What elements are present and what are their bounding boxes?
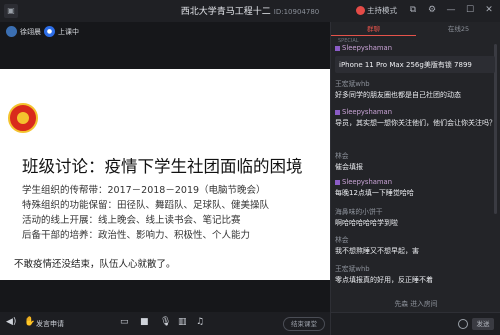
host-mode-icon (356, 6, 365, 15)
settings-icon[interactable]: ⚙ (425, 4, 439, 17)
slide-title: 班级讨论：疫情下学生社团面临的困境 (22, 157, 303, 176)
vip-icon (335, 45, 340, 51)
speaker-pill[interactable]: 徐翊晨 (6, 26, 41, 37)
stage-user-bar: 徐翊晨 ● 上课中 (0, 22, 330, 42)
apply-speak-button[interactable]: 发言申请 (36, 319, 64, 329)
message-author: 王宏斌whb (335, 265, 370, 273)
stage-area: 徐翊晨 ● 上课中 班级讨论：疫情下学生社团面临的困境 学生组织的传帮带：201… (0, 22, 330, 312)
youth-league-emblem-icon (8, 103, 38, 133)
slide-footer: 不敢疫情还没结束，队伍人心就散了。 (14, 259, 176, 270)
chat-message: 王宏斌whb 零点填报真的好用，反正睡不着 (335, 263, 497, 285)
message-author: Sleepyshaman (335, 108, 497, 116)
message-author: Sleepyshaman (335, 178, 497, 186)
message-author: 林会 (335, 236, 349, 244)
chat-message: 林会 我不想熬睡又不想早起，害 (335, 234, 497, 256)
slide-line: 学生组织的传帮带：2017－2018－2019（电脑节晚会） (22, 185, 266, 196)
vip-icon (335, 179, 340, 185)
class-status-pill: ● 上课中 (44, 26, 79, 37)
chat-message: Sleepyshaman 每晚12点填一下睡觉哈哈 (335, 178, 497, 198)
tab-online[interactable]: 在线25 (416, 22, 500, 36)
host-mode-toggle[interactable]: 主持模式 (356, 5, 397, 16)
message-text: 每晚12点填一下睡觉哈哈 (335, 189, 414, 197)
end-class-button[interactable]: 结束课堂 (283, 317, 325, 331)
camera-icon[interactable]: ■ (140, 317, 149, 327)
chat-input-row: 发送 (331, 312, 500, 335)
message-text: 导员，其实想一想你关注他们，他们会让你关注吗？ (335, 119, 496, 127)
maximize-icon[interactable]: ☐ (463, 4, 477, 17)
message-text: 零点填报真的好用，反正睡不着 (335, 276, 433, 284)
avatar (6, 26, 17, 37)
emoji-icon[interactable] (458, 319, 468, 329)
volume-icon[interactable]: ◀) (6, 317, 16, 327)
close-icon[interactable]: ✕ (482, 4, 496, 17)
chat-message: 林会 催会填报 (335, 150, 497, 172)
chat-message: 王宏斌whb 好多同学的朋友圈也都是自己社团的动态 (335, 78, 497, 100)
vip-icon (335, 109, 340, 115)
chart-icon[interactable]: ▥ (178, 317, 187, 327)
host-mode-label: 主持模式 (367, 6, 397, 15)
pinned-message: iPhone 11 Pro Max 256g美版有锁 7899 (335, 56, 495, 73)
send-button[interactable]: 发送 (472, 318, 494, 330)
title-bar: ▣ 西北大学青马工程十二 ID:10904780 主持模式 ⧉ ⚙ — ☐ ✕ (0, 0, 500, 22)
message-text: 催会填报 (335, 163, 363, 171)
message-author: 林会 (335, 152, 349, 160)
message-author: 王宏斌whb (335, 80, 370, 88)
raise-hand-icon[interactable]: ✋ (24, 317, 35, 327)
room-id: ID:10904780 (273, 8, 320, 16)
chat-message: Sleepyshaman (335, 44, 497, 52)
message-text: 好多同学的朋友圈也都是自己社团的动态 (335, 91, 461, 99)
shared-slide: 班级讨论：疫情下学生社团面临的困境 学生组织的传帮带：2017－2018－201… (0, 69, 330, 280)
join-notice: 先森 进入房间 (394, 300, 438, 308)
message-text: 我不想熬睡又不想早起，害 (335, 247, 419, 255)
chat-message: Sleepyshaman 导员，其实想一想你关注他们，他们会让你关注吗？ (335, 108, 497, 128)
message-author: Sleepyshaman (335, 44, 497, 52)
slide-line: 后备干部的培养：政治性、影响力、积极性、个人能力 (22, 230, 251, 241)
window-controls: 主持模式 ⧉ ⚙ — ☐ ✕ (356, 4, 496, 17)
chat-tabs: 群聊 在线25 (331, 22, 500, 36)
mic-status-icon: ● (44, 26, 55, 37)
chat-message: 海鼻味的小饼干 啊哈哈哈哈哈学到啦 (335, 206, 497, 228)
message-author: 海鼻味的小饼干 (335, 208, 383, 216)
slide-line: 活动的线上开展：线上晚会、线上读书会、笔记比赛 (22, 215, 241, 226)
bottom-toolbar: ◀) ✋ 发言申请 ▭ ■ 🎙 ▥ ♫ 结束课堂 (0, 312, 330, 335)
slide-line: 特殊组织的功能保留：田径队、舞蹈队、足球队、健美操队 (22, 200, 270, 211)
music-icon[interactable]: ♫ (196, 317, 204, 327)
tab-group-chat[interactable]: 群聊 (331, 22, 416, 36)
share-icon[interactable]: ⧉ (406, 4, 420, 17)
screen-share-icon[interactable]: ▭ (120, 317, 129, 327)
chat-panel: 群聊 在线25 SPECIAL Sleepyshaman iPhone 11 P… (330, 22, 500, 335)
room-title: 西北大学青马工程十二 (180, 7, 271, 17)
mic-icon[interactable]: 🎙 (160, 317, 171, 327)
minimize-icon[interactable]: — (444, 4, 458, 17)
message-text: 啊哈哈哈哈哈学到啦 (335, 219, 398, 227)
speaker-name: 徐翊晨 (20, 27, 41, 36)
class-status-label: 上课中 (58, 27, 79, 36)
